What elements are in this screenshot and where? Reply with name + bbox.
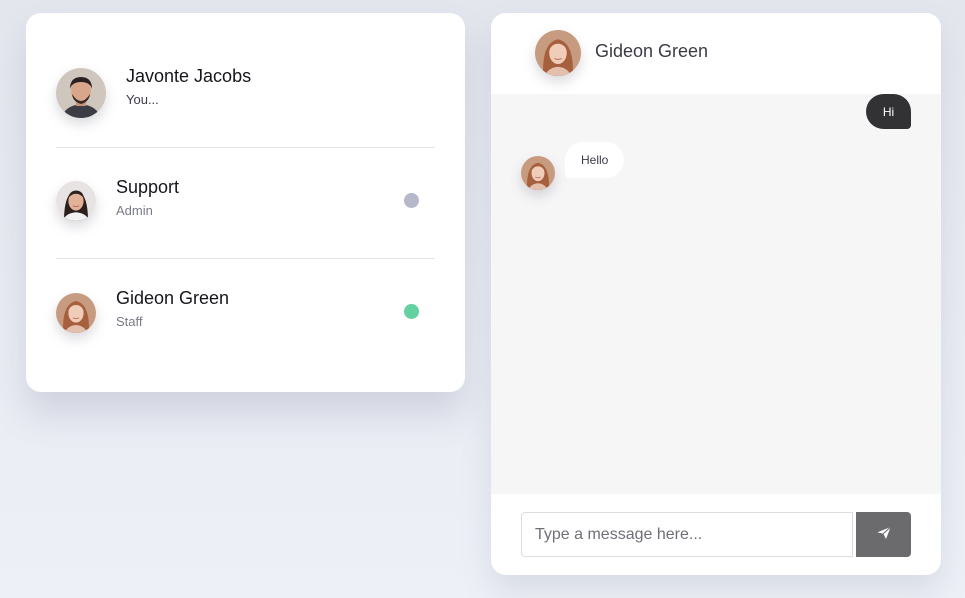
contacts-panel: Javonte Jacobs You... Support Admin Gide… — [26, 13, 465, 392]
status-indicator-offline — [404, 193, 419, 208]
message-sender-avatar — [521, 156, 555, 190]
current-user-name: Javonte Jacobs — [126, 66, 252, 86]
chat-partner-name: Gideon Green — [595, 41, 709, 61]
current-user-row: Javonte Jacobs You... — [26, 63, 465, 123]
current-user-avatar — [56, 68, 106, 118]
contact-avatar — [56, 181, 96, 221]
divider — [56, 147, 435, 148]
chat-partner-avatar — [535, 30, 581, 76]
chat-composer — [491, 494, 941, 575]
contact-name: Support — [116, 177, 180, 197]
contact-role: Staff — [116, 314, 143, 329]
send-button[interactable] — [856, 512, 911, 557]
contact-role: Admin — [116, 203, 153, 218]
contact-name: Gideon Green — [116, 288, 230, 308]
contact-item-gideon-green[interactable]: Gideon Green Staff — [26, 284, 465, 354]
contact-avatar — [56, 293, 96, 333]
chat-header: Gideon Green — [491, 13, 941, 94]
current-user-subtitle: You... — [126, 92, 159, 107]
message-input[interactable] — [521, 512, 853, 557]
status-indicator-online — [404, 304, 419, 319]
paper-plane-icon — [876, 525, 892, 544]
chat-panel: Gideon Green Hi Hello — [491, 13, 941, 575]
contact-item-support[interactable]: Support Admin — [26, 173, 465, 243]
divider — [56, 258, 435, 259]
message-bubble-outgoing: Hi — [866, 94, 911, 129]
message-bubble-incoming: Hello — [565, 142, 625, 178]
